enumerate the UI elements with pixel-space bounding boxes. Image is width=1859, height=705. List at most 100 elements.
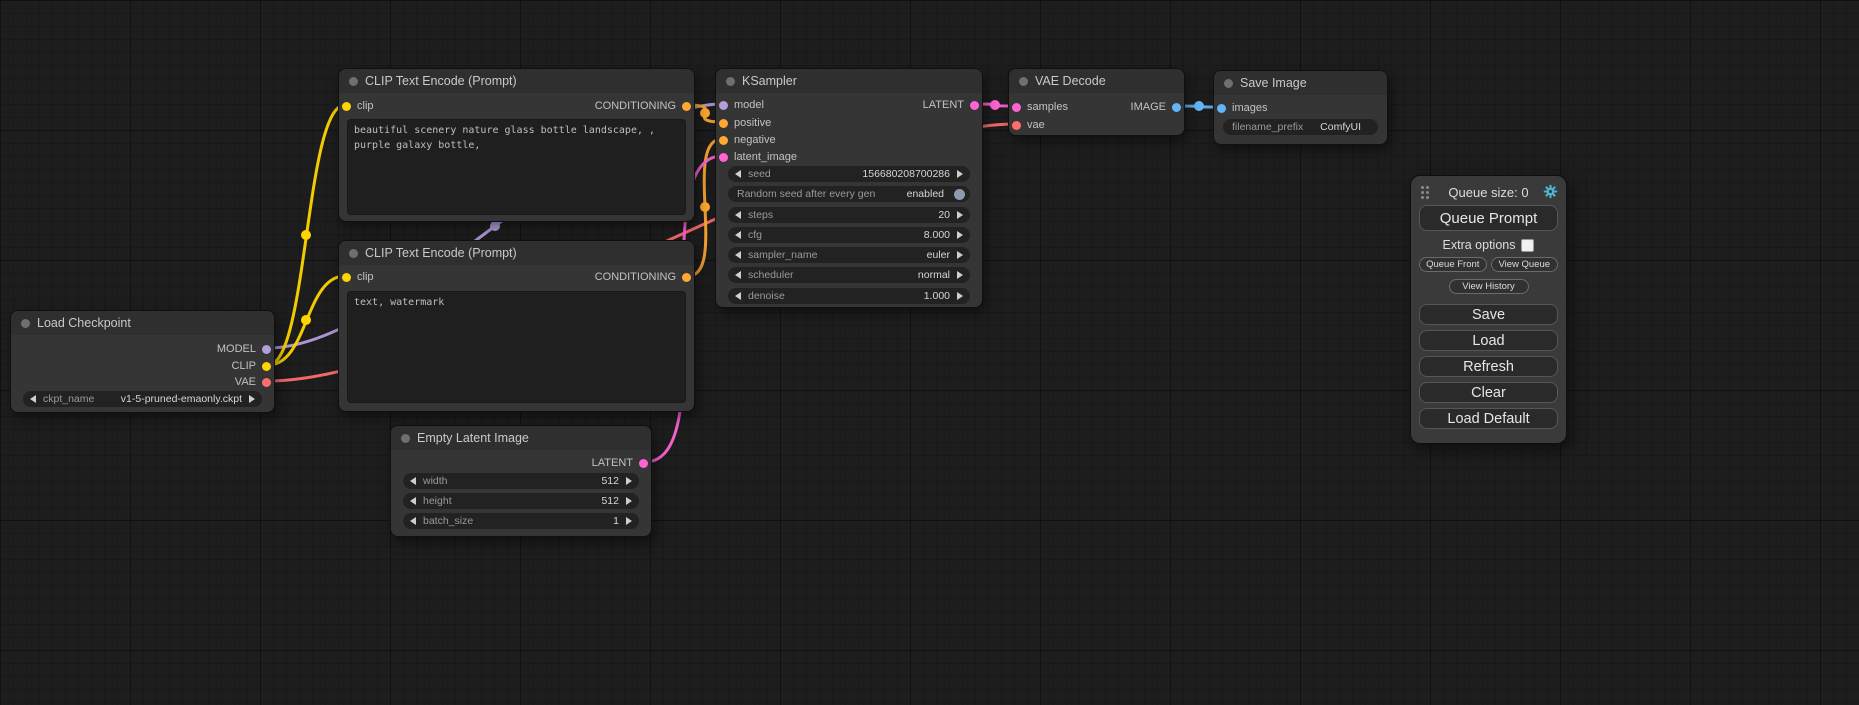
collapse-dot[interactable] xyxy=(1019,77,1028,86)
widget-random-seed-toggle[interactable]: Random seed after every gen enabled xyxy=(728,186,970,202)
arrow-left-icon[interactable] xyxy=(735,251,741,259)
node-load-checkpoint[interactable]: Load Checkpoint MODEL CLIP VAE ckpt_name… xyxy=(10,310,275,413)
input-slot-model[interactable]: model xyxy=(719,98,764,112)
input-slot-positive[interactable]: positive xyxy=(719,116,771,130)
arrow-left-icon[interactable] xyxy=(735,271,741,279)
node-clip-text-encode-negative[interactable]: CLIP Text Encode (Prompt) clip CONDITION… xyxy=(338,240,695,412)
node-header[interactable]: Save Image xyxy=(1214,71,1387,95)
load-default-button[interactable]: Load Default xyxy=(1419,408,1558,429)
input-slot-images[interactable]: images xyxy=(1217,101,1267,115)
slot-dot[interactable] xyxy=(719,119,728,128)
slot-dot[interactable] xyxy=(262,378,271,387)
node-header[interactable]: Empty Latent Image xyxy=(391,426,651,450)
widget-cfg[interactable]: cfg 8.000 xyxy=(728,227,970,243)
node-empty-latent-image[interactable]: Empty Latent Image LATENT width 512 heig… xyxy=(390,425,652,537)
widget-scheduler[interactable]: scheduler normal xyxy=(728,267,970,283)
collapse-dot[interactable] xyxy=(21,319,30,328)
input-slot-clip[interactable]: clip xyxy=(342,270,374,284)
slot-dot[interactable] xyxy=(342,102,351,111)
arrow-right-icon[interactable] xyxy=(957,271,963,279)
arrow-left-icon[interactable] xyxy=(735,292,741,300)
slot-dot[interactable] xyxy=(719,153,728,162)
arrow-left-icon[interactable] xyxy=(30,395,36,403)
arrow-right-icon[interactable] xyxy=(957,170,963,178)
slot-dot[interactable] xyxy=(342,273,351,282)
node-clip-text-encode-positive[interactable]: CLIP Text Encode (Prompt) clip CONDITION… xyxy=(338,68,695,222)
node-header[interactable]: CLIP Text Encode (Prompt) xyxy=(339,69,694,93)
output-slot-vae[interactable]: VAE xyxy=(235,375,271,389)
arrow-left-icon[interactable] xyxy=(735,211,741,219)
queue-prompt-button[interactable]: Queue Prompt xyxy=(1419,205,1558,231)
toggle-knob-icon[interactable] xyxy=(954,189,965,200)
clear-button[interactable]: Clear xyxy=(1419,382,1558,403)
node-save-image[interactable]: Save Image images filename_prefix ComfyU… xyxy=(1213,70,1388,145)
load-button[interactable]: Load xyxy=(1419,330,1558,351)
slot-dot[interactable] xyxy=(639,459,648,468)
collapse-dot[interactable] xyxy=(349,77,358,86)
input-slot-vae[interactable]: vae xyxy=(1012,118,1045,132)
output-slot-latent[interactable]: LATENT xyxy=(923,98,979,112)
widget-steps[interactable]: steps 20 xyxy=(728,207,970,223)
prompt-textarea[interactable]: text, watermark xyxy=(347,291,686,403)
output-slot-image[interactable]: IMAGE xyxy=(1131,100,1181,114)
refresh-button[interactable]: Refresh xyxy=(1419,356,1558,377)
queue-menu-panel[interactable]: Queue size: 0 Queue Prompt Extra options… xyxy=(1410,175,1567,444)
collapse-dot[interactable] xyxy=(1224,79,1233,88)
node-header[interactable]: KSampler xyxy=(716,69,982,93)
widget-width[interactable]: width 512 xyxy=(403,473,639,489)
output-slot-conditioning[interactable]: CONDITIONING xyxy=(595,270,691,284)
widget-sampler-name[interactable]: sampler_name euler xyxy=(728,247,970,263)
arrow-right-icon[interactable] xyxy=(626,477,632,485)
input-slot-negative[interactable]: negative xyxy=(719,133,776,147)
slot-dot[interactable] xyxy=(682,102,691,111)
queue-front-button[interactable]: Queue Front xyxy=(1419,257,1487,272)
arrow-left-icon[interactable] xyxy=(410,517,416,525)
prompt-textarea[interactable]: beautiful scenery nature glass bottle la… xyxy=(347,119,686,215)
arrow-left-icon[interactable] xyxy=(410,497,416,505)
widget-ckpt-name[interactable]: ckpt_name v1-5-pruned-emaonly.ckpt xyxy=(23,391,262,407)
slot-dot[interactable] xyxy=(1172,103,1181,112)
arrow-left-icon[interactable] xyxy=(735,231,741,239)
node-vae-decode[interactable]: VAE Decode samples vae IMAGE xyxy=(1008,68,1185,136)
input-slot-samples[interactable]: samples xyxy=(1012,100,1068,114)
arrow-left-icon[interactable] xyxy=(735,170,741,178)
input-slot-clip[interactable]: clip xyxy=(342,99,374,113)
arrow-left-icon[interactable] xyxy=(410,477,416,485)
collapse-dot[interactable] xyxy=(349,249,358,258)
output-slot-clip[interactable]: CLIP xyxy=(232,359,271,373)
slot-dot[interactable] xyxy=(719,136,728,145)
slot-dot[interactable] xyxy=(262,362,271,371)
slot-dot[interactable] xyxy=(1217,104,1226,113)
drag-handle-icon[interactable] xyxy=(1421,186,1424,189)
widget-filename-prefix[interactable]: filename_prefix ComfyUI xyxy=(1223,119,1378,135)
widget-batch-size[interactable]: batch_size 1 xyxy=(403,513,639,529)
view-queue-button[interactable]: View Queue xyxy=(1491,257,1559,272)
slot-dot[interactable] xyxy=(682,273,691,282)
view-history-button[interactable]: View History xyxy=(1449,279,1529,294)
slot-dot[interactable] xyxy=(970,101,979,110)
node-header[interactable]: Load Checkpoint xyxy=(11,311,274,335)
arrow-right-icon[interactable] xyxy=(957,211,963,219)
output-slot-conditioning[interactable]: CONDITIONING xyxy=(595,99,691,113)
output-slot-latent[interactable]: LATENT xyxy=(592,456,648,470)
node-header[interactable]: CLIP Text Encode (Prompt) xyxy=(339,241,694,265)
node-ksampler[interactable]: KSampler model positive negative latent_… xyxy=(715,68,983,308)
slot-dot[interactable] xyxy=(719,101,728,110)
settings-gear-icon[interactable] xyxy=(1543,184,1558,199)
arrow-right-icon[interactable] xyxy=(957,251,963,259)
slot-dot[interactable] xyxy=(1012,103,1021,112)
arrow-right-icon[interactable] xyxy=(626,497,632,505)
slot-dot[interactable] xyxy=(262,345,271,354)
widget-height[interactable]: height 512 xyxy=(403,493,639,509)
node-header[interactable]: VAE Decode xyxy=(1009,69,1184,93)
save-button[interactable]: Save xyxy=(1419,304,1558,325)
widget-denoise[interactable]: denoise 1.000 xyxy=(728,288,970,304)
arrow-right-icon[interactable] xyxy=(957,292,963,300)
widget-seed[interactable]: seed 156680208700286 xyxy=(728,166,970,182)
collapse-dot[interactable] xyxy=(726,77,735,86)
arrow-right-icon[interactable] xyxy=(626,517,632,525)
collapse-dot[interactable] xyxy=(401,434,410,443)
output-slot-model[interactable]: MODEL xyxy=(217,342,271,356)
extra-options-checkbox[interactable] xyxy=(1521,239,1534,252)
arrow-right-icon[interactable] xyxy=(957,231,963,239)
